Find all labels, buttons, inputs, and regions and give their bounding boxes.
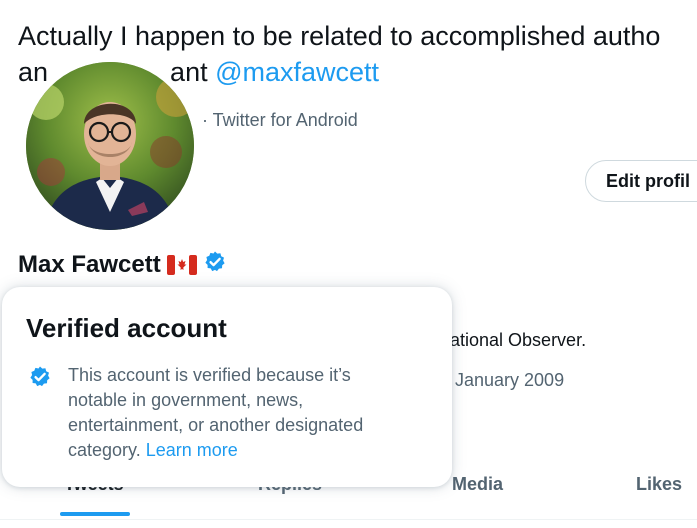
tabs-divider <box>0 519 697 520</box>
tweet-text-line2-partial: ant <box>170 57 216 87</box>
popup-title: Verified account <box>26 313 227 343</box>
verified-badge-icon[interactable] <box>203 250 227 279</box>
edit-profile-button[interactable]: Edit profil <box>585 160 697 202</box>
verified-account-popup: Verified account This account is verifie… <box>2 287 452 487</box>
canada-flag-icon <box>166 254 197 275</box>
avatar[interactable] <box>22 58 198 234</box>
avatar-image <box>26 62 194 230</box>
tweet-text-line1: Actually I happen to be related to accom… <box>18 21 661 51</box>
tweet-text-line2-prefix: an <box>18 57 49 87</box>
mention-link[interactable]: @maxfawcett <box>215 57 379 87</box>
verified-badge-icon <box>28 365 52 389</box>
tweet-context-cut <box>18 0 23 3</box>
profile-name: Max Fawcett <box>18 250 161 278</box>
active-tab-indicator <box>60 512 130 516</box>
tab-likes[interactable]: Likes <box>636 474 682 495</box>
tweet-source[interactable]: · Twitter for Android <box>202 110 358 130</box>
profile-joined-date: l January 2009 <box>446 370 565 390</box>
tab-media[interactable]: Media <box>452 474 503 495</box>
profile-name-row: Max Fawcett <box>18 250 227 279</box>
profile-bio: lational Observer. <box>446 330 587 350</box>
learn-more-link[interactable]: Learn more <box>146 440 238 460</box>
popup-body: This account is verified because it’s no… <box>68 363 408 463</box>
